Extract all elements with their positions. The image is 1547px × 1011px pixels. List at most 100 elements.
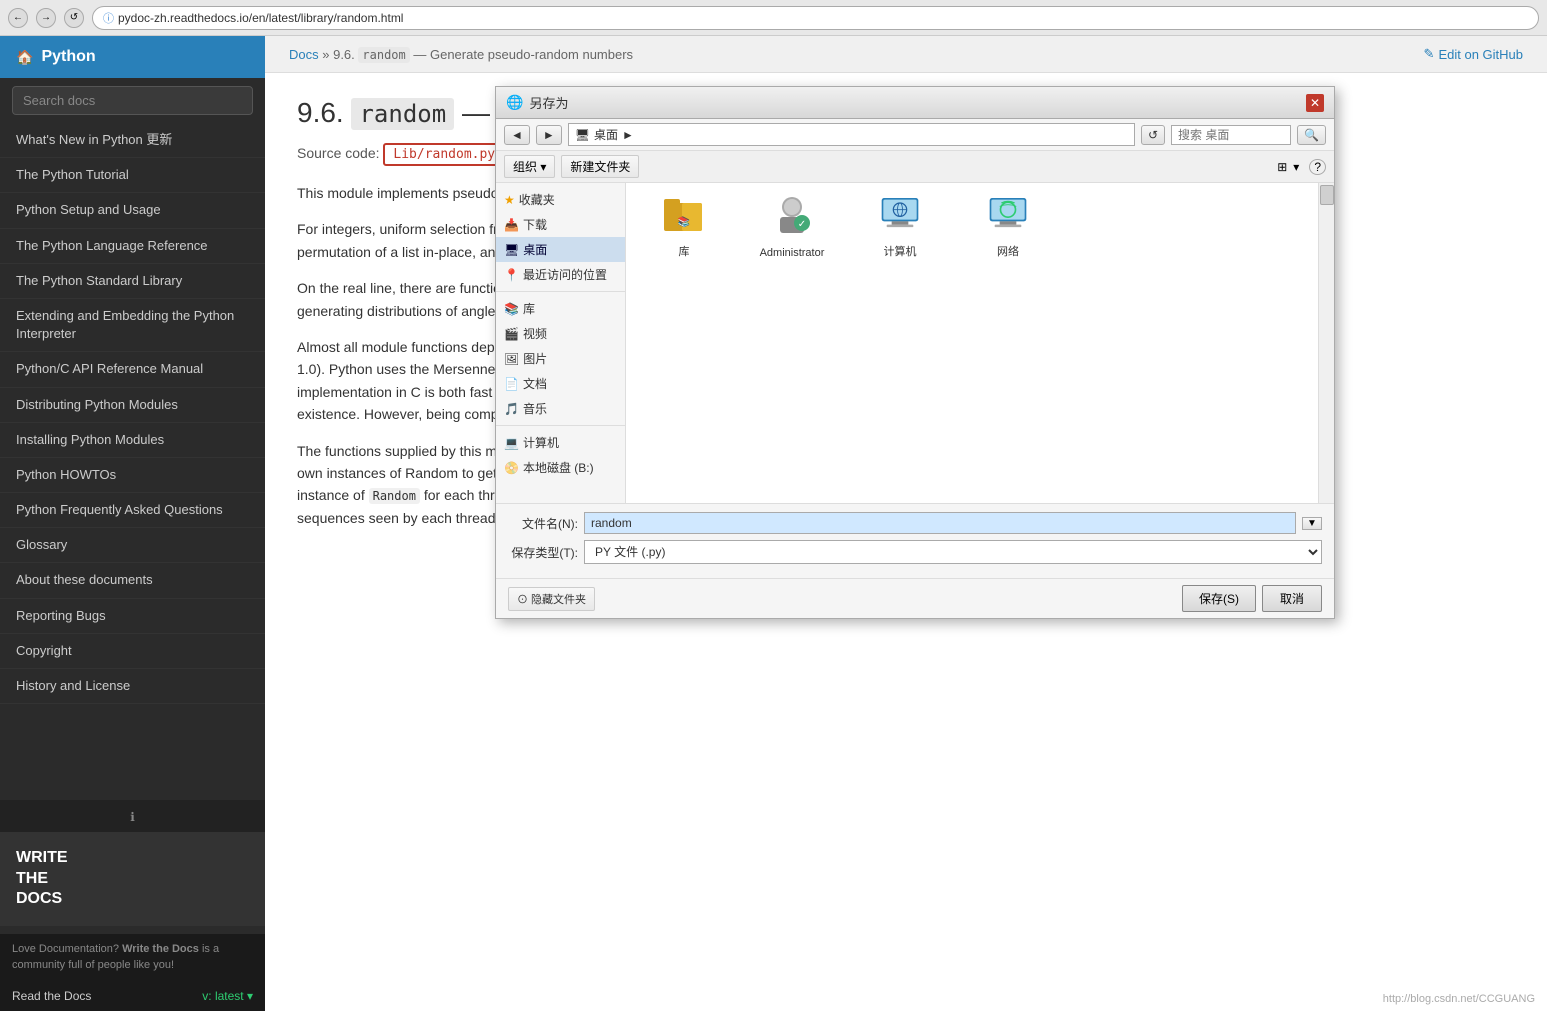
sidebar-item-c-api[interactable]: Python/C API Reference Manual xyxy=(0,352,265,387)
edit-on-github-link[interactable]: ✎ Edit on GitHub xyxy=(1424,46,1523,62)
sidebar-nav: What's New in Python 更新 The Python Tutor… xyxy=(0,123,265,800)
dialog-left-desktop[interactable]: 🖥 桌面 xyxy=(496,237,625,262)
dialog-right-panel: 📚 库 xyxy=(626,183,1318,503)
sidebar-item-glossary[interactable]: Glossary xyxy=(0,528,265,563)
dialog-left-sep2 xyxy=(496,425,625,426)
wtd-line1: WRITE xyxy=(16,848,249,869)
dialog-title: 🌐 另存为 xyxy=(506,93,568,112)
filename-dropdown[interactable]: ▼ xyxy=(1302,517,1322,530)
filetype-row: 保存类型(T): PY 文件 (.py) xyxy=(508,540,1322,564)
dialog-bottom: 文件名(N): ▼ 保存类型(T): PY 文件 (.py) xyxy=(496,503,1334,578)
forward-button[interactable]: → xyxy=(36,8,56,28)
view-icon: ⊞ xyxy=(1277,160,1287,174)
lock-icon: ⓘ xyxy=(103,10,114,26)
sidebar-item-tutorial[interactable]: The Python Tutorial xyxy=(0,158,265,193)
sidebar-item-howtos[interactable]: Python HOWTOs xyxy=(0,458,265,493)
dialog-save-button[interactable]: 保存(S) xyxy=(1182,585,1256,612)
administrator-file-icon: ✓ xyxy=(772,195,812,243)
dialog-toolbar2: 组织 ▾ 新建文件夹 ⊞ ▾ ? xyxy=(496,151,1334,183)
sidebar-item-whats-new[interactable]: What's New in Python 更新 xyxy=(0,123,265,158)
hidden-files-button[interactable]: ⊙ 隐藏文件夹 xyxy=(508,587,595,611)
dialog-left-panel: ★ 收藏夹 📥 下载 🖥 桌面 📍 最近访问的位置 xyxy=(496,183,626,503)
read-the-docs-label: Read the Docs xyxy=(12,989,91,1003)
local-disk-label: 本地磁盘 (B:) xyxy=(523,459,594,476)
svg-text:📚: 📚 xyxy=(678,216,690,228)
sidebar-item-installing[interactable]: Installing Python Modules xyxy=(0,423,265,458)
filename-label: 文件名(N): xyxy=(508,515,578,532)
dialog-close-button[interactable]: ✕ xyxy=(1306,94,1324,112)
dialog-left-local-disk[interactable]: 📀 本地磁盘 (B:) xyxy=(496,455,625,480)
dialog-file-administrator[interactable]: ✓ Administrator xyxy=(742,191,842,263)
sidebar-item-bugs[interactable]: Reporting Bugs xyxy=(0,599,265,634)
recent-label: 最近访问的位置 xyxy=(523,266,607,283)
sidebar-item-history[interactable]: History and License xyxy=(0,669,265,704)
dialog-left-downloads[interactable]: 📥 下载 xyxy=(496,212,625,237)
dialog-refresh-button[interactable]: ↺ xyxy=(1141,125,1165,145)
sidebar-item-extending[interactable]: Extending and Embedding the Python Inter… xyxy=(0,299,265,352)
sidebar-search-container xyxy=(0,78,265,123)
dialog-search-button[interactable]: 🔍 xyxy=(1297,125,1326,145)
computer-nav-label: 计算机 xyxy=(523,434,559,451)
document-icon: 📄 xyxy=(504,377,519,391)
dialog-organize-button[interactable]: 组织 ▾ xyxy=(504,155,555,178)
favorites-label: 收藏夹 xyxy=(519,191,555,208)
breadcrumb-module: random xyxy=(358,47,409,63)
source-code-link[interactable]: Lib/random.py xyxy=(383,143,505,166)
sidebar: 🏠 Python What's New in Python 更新 The Pyt… xyxy=(0,36,265,1011)
desktop-nav-icon: 🖥 xyxy=(504,243,519,257)
info-icon: ℹ xyxy=(130,810,135,824)
dialog-left-sep1 xyxy=(496,291,625,292)
desktop-label: 桌面 xyxy=(523,241,547,258)
dialog-cancel-button[interactable]: 取消 xyxy=(1262,585,1322,612)
dialog-file-computer[interactable]: 计算机 xyxy=(850,191,950,263)
dialog-left-document[interactable]: 📄 文档 xyxy=(496,371,625,396)
dialog-left-music[interactable]: 🎵 音乐 xyxy=(496,396,625,421)
content-header: Docs » 9.6. random — Generate pseudo-ran… xyxy=(265,36,1547,73)
breadcrumb-dash: — Generate pseudo-random numbers xyxy=(413,47,633,62)
sidebar-item-distributing[interactable]: Distributing Python Modules xyxy=(0,388,265,423)
dialog-left-picture[interactable]: 🖼 图片 xyxy=(496,346,625,371)
sidebar-item-language-ref[interactable]: The Python Language Reference xyxy=(0,229,265,264)
filename-input[interactable] xyxy=(584,512,1296,534)
version-badge[interactable]: v: latest ▾ xyxy=(202,989,253,1003)
sidebar-item-standard-lib[interactable]: The Python Standard Library xyxy=(0,264,265,299)
dialog-new-folder-button[interactable]: 新建文件夹 xyxy=(561,155,639,178)
music-icon: 🎵 xyxy=(504,402,519,416)
save-dialog: 🌐 另存为 ✕ ◄ ► 🖥 桌面 ► ↺ 🔍 组织 ▾ 新建文件夹 xyxy=(495,86,1335,619)
dialog-file-network[interactable]: 网络 xyxy=(958,191,1058,263)
back-button[interactable]: ← xyxy=(8,8,28,28)
dialog-back-button[interactable]: ◄ xyxy=(504,125,530,145)
video-icon: 🎬 xyxy=(504,327,519,341)
dialog-toolbar: ◄ ► 🖥 桌面 ► ↺ 🔍 xyxy=(496,119,1334,151)
dialog-left-recent[interactable]: 📍 最近访问的位置 xyxy=(496,262,625,287)
downloads-icon: 📥 xyxy=(504,218,519,232)
sidebar-logo[interactable]: 🏠 Python xyxy=(0,36,265,78)
dialog-left-video[interactable]: 🎬 视频 xyxy=(496,321,625,346)
breadcrumb-docs-link[interactable]: Docs xyxy=(289,47,319,62)
dialog-left-favorites[interactable]: ★ 收藏夹 xyxy=(496,187,625,212)
dialog-left-library[interactable]: 📚 库 xyxy=(496,296,625,321)
dialog-file-library[interactable]: 📚 库 xyxy=(634,191,734,263)
wtd-line2: THE xyxy=(16,869,249,890)
address-bar[interactable]: ⓘ pydoc-zh.readthedocs.io/en/latest/libr… xyxy=(92,6,1539,30)
dialog-left-computer[interactable]: 💻 计算机 xyxy=(496,430,625,455)
sidebar-item-about[interactable]: About these documents xyxy=(0,563,265,598)
network-file-label: 网络 xyxy=(997,243,1019,259)
breadcrumb-section: 9.6. xyxy=(333,47,358,62)
search-input[interactable] xyxy=(12,86,253,115)
sidebar-item-setup-usage[interactable]: Python Setup and Usage xyxy=(0,193,265,228)
dialog-search-input[interactable] xyxy=(1171,125,1291,145)
view-dropdown-icon: ▾ xyxy=(1293,160,1299,174)
sidebar-logo-text: Python xyxy=(41,48,95,66)
dialog-forward-button[interactable]: ► xyxy=(536,125,562,145)
url-text: pydoc-zh.readthedocs.io/en/latest/librar… xyxy=(118,11,403,25)
sidebar-item-faq[interactable]: Python Frequently Asked Questions xyxy=(0,493,265,528)
wtd-line3: DOCS xyxy=(16,889,249,910)
dialog-scrollbar[interactable] xyxy=(1318,183,1334,503)
filetype-select[interactable]: PY 文件 (.py) xyxy=(584,540,1322,564)
edit-on-github-label: Edit on GitHub xyxy=(1438,47,1523,62)
sidebar-item-copyright[interactable]: Copyright xyxy=(0,634,265,669)
title-module-code: random xyxy=(351,98,454,130)
url-watermark: http://blog.csdn.net/CCGUANG xyxy=(1383,993,1535,1005)
refresh-button[interactable]: ↺ xyxy=(64,8,84,28)
